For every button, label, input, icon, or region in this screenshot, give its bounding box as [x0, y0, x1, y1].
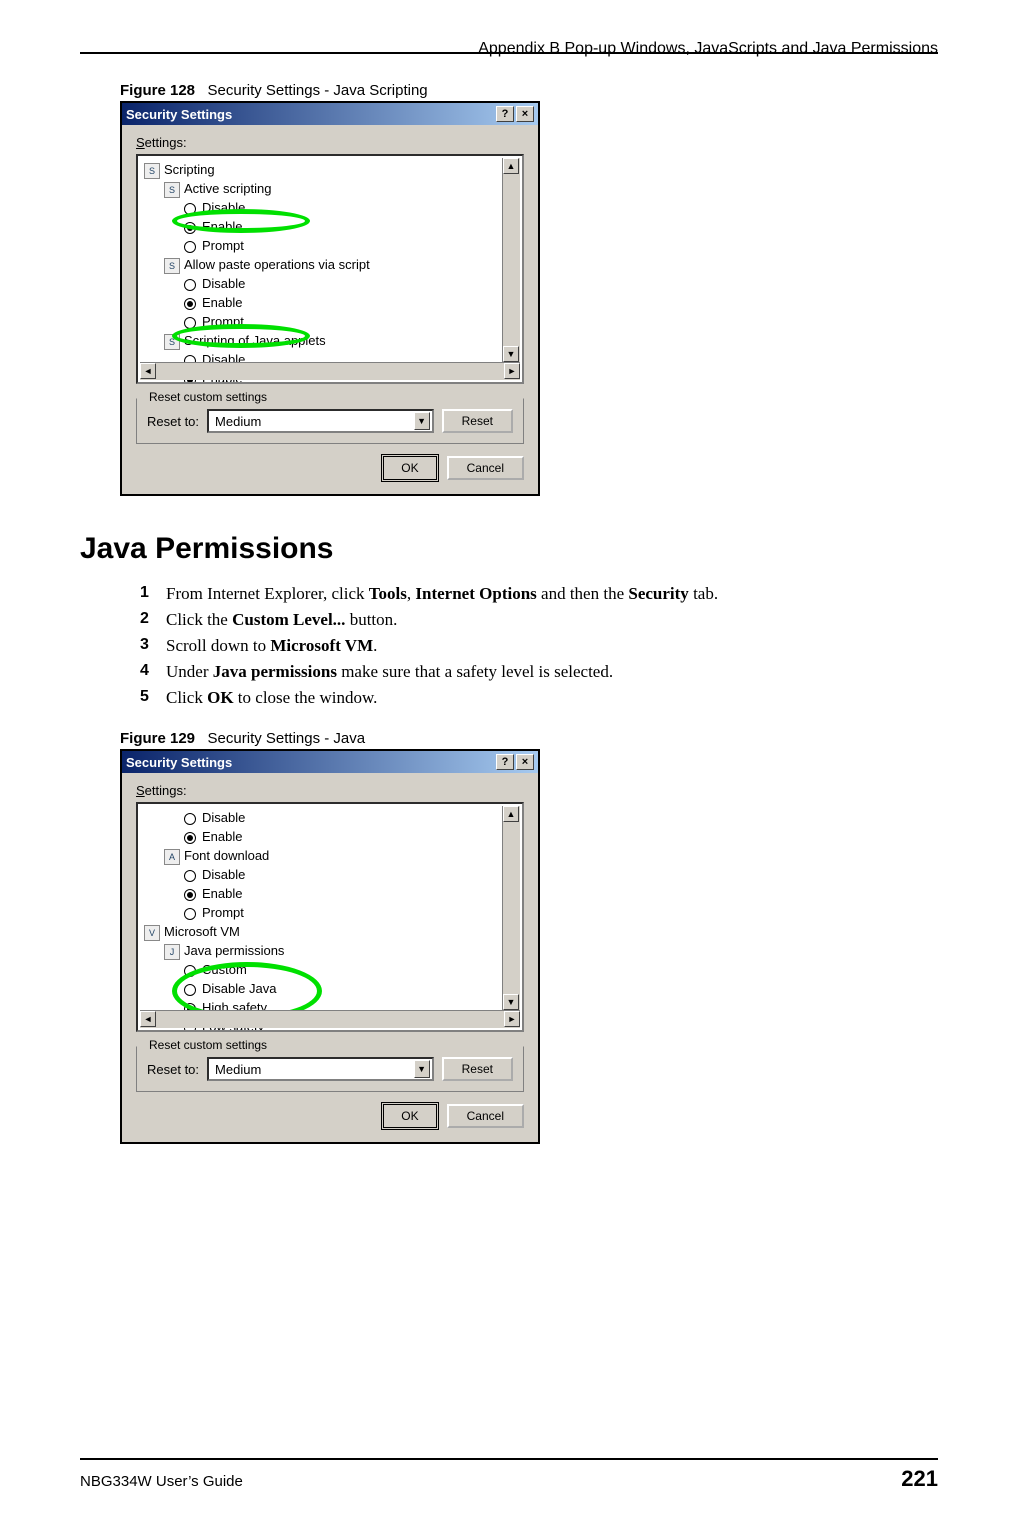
- settings-label: Settings:: [136, 783, 524, 798]
- opt-disable-java[interactable]: Disable Java: [184, 979, 520, 998]
- horizontal-scrollbar[interactable]: ◄►: [140, 362, 520, 380]
- opt-disable[interactable]: Disable: [184, 198, 520, 217]
- tree-scripting: SScripting SActive scripting Disable Ena…: [144, 160, 520, 384]
- dialog-title: Security Settings: [126, 755, 494, 770]
- step-item: 1From Internet Explorer, click Tools, In…: [140, 584, 938, 604]
- opt-prompt[interactable]: Prompt: [184, 903, 520, 922]
- dialog-title: Security Settings: [126, 107, 494, 122]
- opt-disable[interactable]: Disable: [144, 808, 520, 827]
- scroll-left-icon[interactable]: ◄: [140, 363, 156, 379]
- opt-enable[interactable]: Enable: [184, 217, 520, 236]
- page-number: 221: [901, 1466, 938, 1492]
- titlebar: Security Settings ? ×: [122, 103, 538, 125]
- close-icon[interactable]: ×: [516, 754, 534, 770]
- reset-combo[interactable]: Medium ▼: [207, 409, 434, 433]
- reset-legend: Reset custom settings: [145, 390, 271, 404]
- scroll-left-icon[interactable]: ◄: [140, 1011, 156, 1027]
- vertical-scrollbar[interactable]: ▲▼: [502, 158, 520, 362]
- settings-tree[interactable]: Disable Enable AFont download Disable En…: [136, 802, 524, 1032]
- titlebar: Security Settings ? ×: [122, 751, 538, 773]
- font-icon: A: [164, 849, 180, 865]
- reset-combo-value: Medium: [215, 414, 261, 429]
- fig129-label: Figure 129: [120, 730, 195, 747]
- tree-allow-paste: SAllow paste operations via script Disab…: [164, 255, 520, 331]
- scroll-up-icon[interactable]: ▲: [503, 806, 519, 822]
- step-item: 4Under Java permissions make sure that a…: [140, 662, 938, 682]
- fig128-text: Security Settings - Java Scripting: [208, 82, 428, 99]
- scroll-right-icon[interactable]: ►: [504, 363, 520, 379]
- opt-prompt[interactable]: Prompt: [184, 312, 520, 331]
- opt-prompt[interactable]: Prompt: [184, 236, 520, 255]
- reset-legend: Reset custom settings: [145, 1038, 271, 1052]
- close-icon[interactable]: ×: [516, 106, 534, 122]
- step-number: 4: [140, 662, 149, 680]
- reset-to-label: Reset to:: [147, 1062, 199, 1077]
- security-settings-dialog-1: Security Settings ? × Settings: SScripti…: [120, 101, 540, 496]
- chevron-down-icon[interactable]: ▼: [414, 412, 430, 430]
- fig128-label: Figure 128: [120, 82, 195, 99]
- step-number: 3: [140, 636, 149, 654]
- help-icon[interactable]: ?: [496, 106, 514, 122]
- header-rule: [80, 52, 938, 54]
- reset-combo[interactable]: Medium ▼: [207, 1057, 434, 1081]
- opt-enable[interactable]: Enable: [184, 884, 520, 903]
- step-item: 2Click the Custom Level... button.: [140, 610, 938, 630]
- reset-fieldset: Reset custom settings Reset to: Medium ▼…: [136, 1046, 524, 1092]
- script-icon: S: [144, 163, 160, 179]
- opt-disable[interactable]: Disable: [184, 274, 520, 293]
- section-title-java-permissions: Java Permissions: [80, 532, 938, 566]
- horizontal-scrollbar[interactable]: ◄►: [140, 1010, 520, 1028]
- reset-combo-value: Medium: [215, 1062, 261, 1077]
- script-icon: S: [164, 258, 180, 274]
- reset-button[interactable]: Reset: [442, 1057, 513, 1081]
- step-number: 2: [140, 610, 149, 628]
- script-icon: S: [164, 334, 180, 350]
- opt-enable[interactable]: Enable: [144, 827, 520, 846]
- tree-font-download: AFont download Disable Enable Prompt: [144, 846, 520, 922]
- scroll-right-icon[interactable]: ►: [504, 1011, 520, 1027]
- cancel-button[interactable]: Cancel: [447, 456, 524, 480]
- cancel-button[interactable]: Cancel: [447, 1104, 524, 1128]
- step-item: 5Click OK to close the window.: [140, 688, 938, 708]
- help-icon[interactable]: ?: [496, 754, 514, 770]
- figure-128-caption: Figure 128 Security Settings - Java Scri…: [120, 82, 938, 99]
- script-icon: S: [164, 182, 180, 198]
- opt-enable[interactable]: Enable: [184, 293, 520, 312]
- scroll-up-icon[interactable]: ▲: [503, 158, 519, 174]
- step-number: 1: [140, 584, 149, 602]
- step-number: 5: [140, 688, 149, 706]
- steps-list: 1From Internet Explorer, click Tools, In…: [140, 584, 938, 708]
- reset-button[interactable]: Reset: [442, 409, 513, 433]
- security-settings-dialog-2: Security Settings ? × Settings: Disable …: [120, 749, 540, 1144]
- figure-129-caption: Figure 129 Security Settings - Java: [120, 730, 938, 747]
- reset-to-label: Reset to:: [147, 414, 199, 429]
- scroll-down-icon[interactable]: ▼: [503, 346, 519, 362]
- fig129-text: Security Settings - Java: [208, 730, 366, 747]
- opt-custom[interactable]: Custom: [184, 960, 520, 979]
- scroll-down-icon[interactable]: ▼: [503, 994, 519, 1010]
- chevron-down-icon[interactable]: ▼: [414, 1060, 430, 1078]
- ok-button[interactable]: OK: [383, 1104, 436, 1128]
- opt-disable[interactable]: Disable: [184, 865, 520, 884]
- running-header: Appendix B Pop-up Windows, JavaScripts a…: [80, 40, 938, 58]
- vm-icon: V: [144, 925, 160, 941]
- step-item: 3Scroll down to Microsoft VM.: [140, 636, 938, 656]
- ok-button[interactable]: OK: [383, 456, 436, 480]
- settings-label: Settings:: [136, 135, 524, 150]
- reset-fieldset: Reset custom settings Reset to: Medium ▼…: [136, 398, 524, 444]
- tree-active-scripting: SActive scripting Disable Enable Prompt: [164, 179, 520, 255]
- settings-tree[interactable]: SScripting SActive scripting Disable Ena…: [136, 154, 524, 384]
- vertical-scrollbar[interactable]: ▲▼: [502, 806, 520, 1010]
- java-icon: J: [164, 944, 180, 960]
- footer-guide: NBG334W User’s Guide: [80, 1473, 243, 1490]
